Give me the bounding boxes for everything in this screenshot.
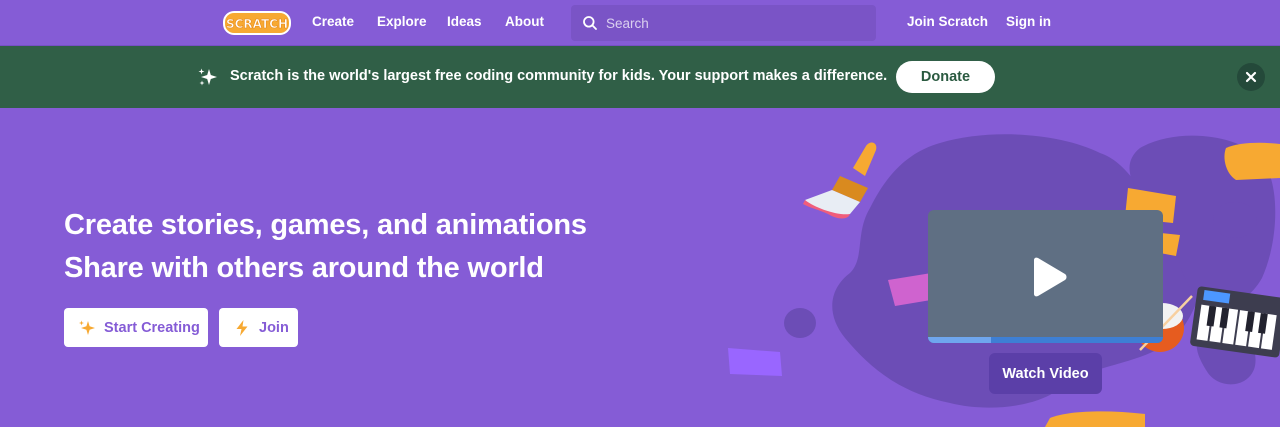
close-icon xyxy=(1245,71,1257,83)
nav-ideas-link[interactable]: Ideas xyxy=(447,14,482,29)
sparkle-icon xyxy=(79,320,95,335)
search-input[interactable] xyxy=(606,5,866,41)
join-label: Join xyxy=(259,319,289,336)
watch-video-button[interactable]: Watch Video xyxy=(989,353,1102,394)
sparkle-icon xyxy=(198,68,217,86)
hero-subheadline: Share with others around the world xyxy=(64,252,544,284)
video-progress-fill xyxy=(928,337,992,343)
join-scratch-link[interactable]: Join Scratch xyxy=(907,14,988,29)
lightning-bolt-icon xyxy=(236,319,248,336)
nav-create-link[interactable]: Create xyxy=(312,14,354,29)
scratch-logo[interactable]: SCRATCH xyxy=(222,9,292,37)
video-player[interactable] xyxy=(928,210,1163,343)
nav-explore-link[interactable]: Explore xyxy=(377,14,427,29)
start-creating-button[interactable]: Start Creating xyxy=(64,308,208,347)
close-banner-button[interactable] xyxy=(1237,63,1265,91)
donate-button[interactable]: Donate xyxy=(896,61,995,93)
join-button[interactable]: Join xyxy=(219,308,298,347)
banner-message: Scratch is the world's largest free codi… xyxy=(230,68,888,84)
search-icon xyxy=(583,16,597,30)
hero-section: Create stories, games, and animations Sh… xyxy=(0,108,1280,427)
top-navigation: SCRATCH Create Explore Ideas About Join … xyxy=(0,0,1280,46)
play-icon[interactable] xyxy=(1028,257,1068,297)
start-creating-label: Start Creating xyxy=(104,319,200,336)
donation-banner: Scratch is the world's largest free codi… xyxy=(0,46,1280,108)
video-progress-bar[interactable] xyxy=(928,337,1163,343)
piano-illustration xyxy=(1190,286,1280,358)
sign-in-link[interactable]: Sign in xyxy=(1006,14,1051,29)
paintbrush-illustration xyxy=(803,142,877,219)
nav-about-link[interactable]: About xyxy=(505,14,544,29)
scratch-logo-text: SCRATCH xyxy=(226,17,288,31)
search-box[interactable] xyxy=(571,5,876,41)
hero-headline: Create stories, games, and animations xyxy=(64,209,587,241)
